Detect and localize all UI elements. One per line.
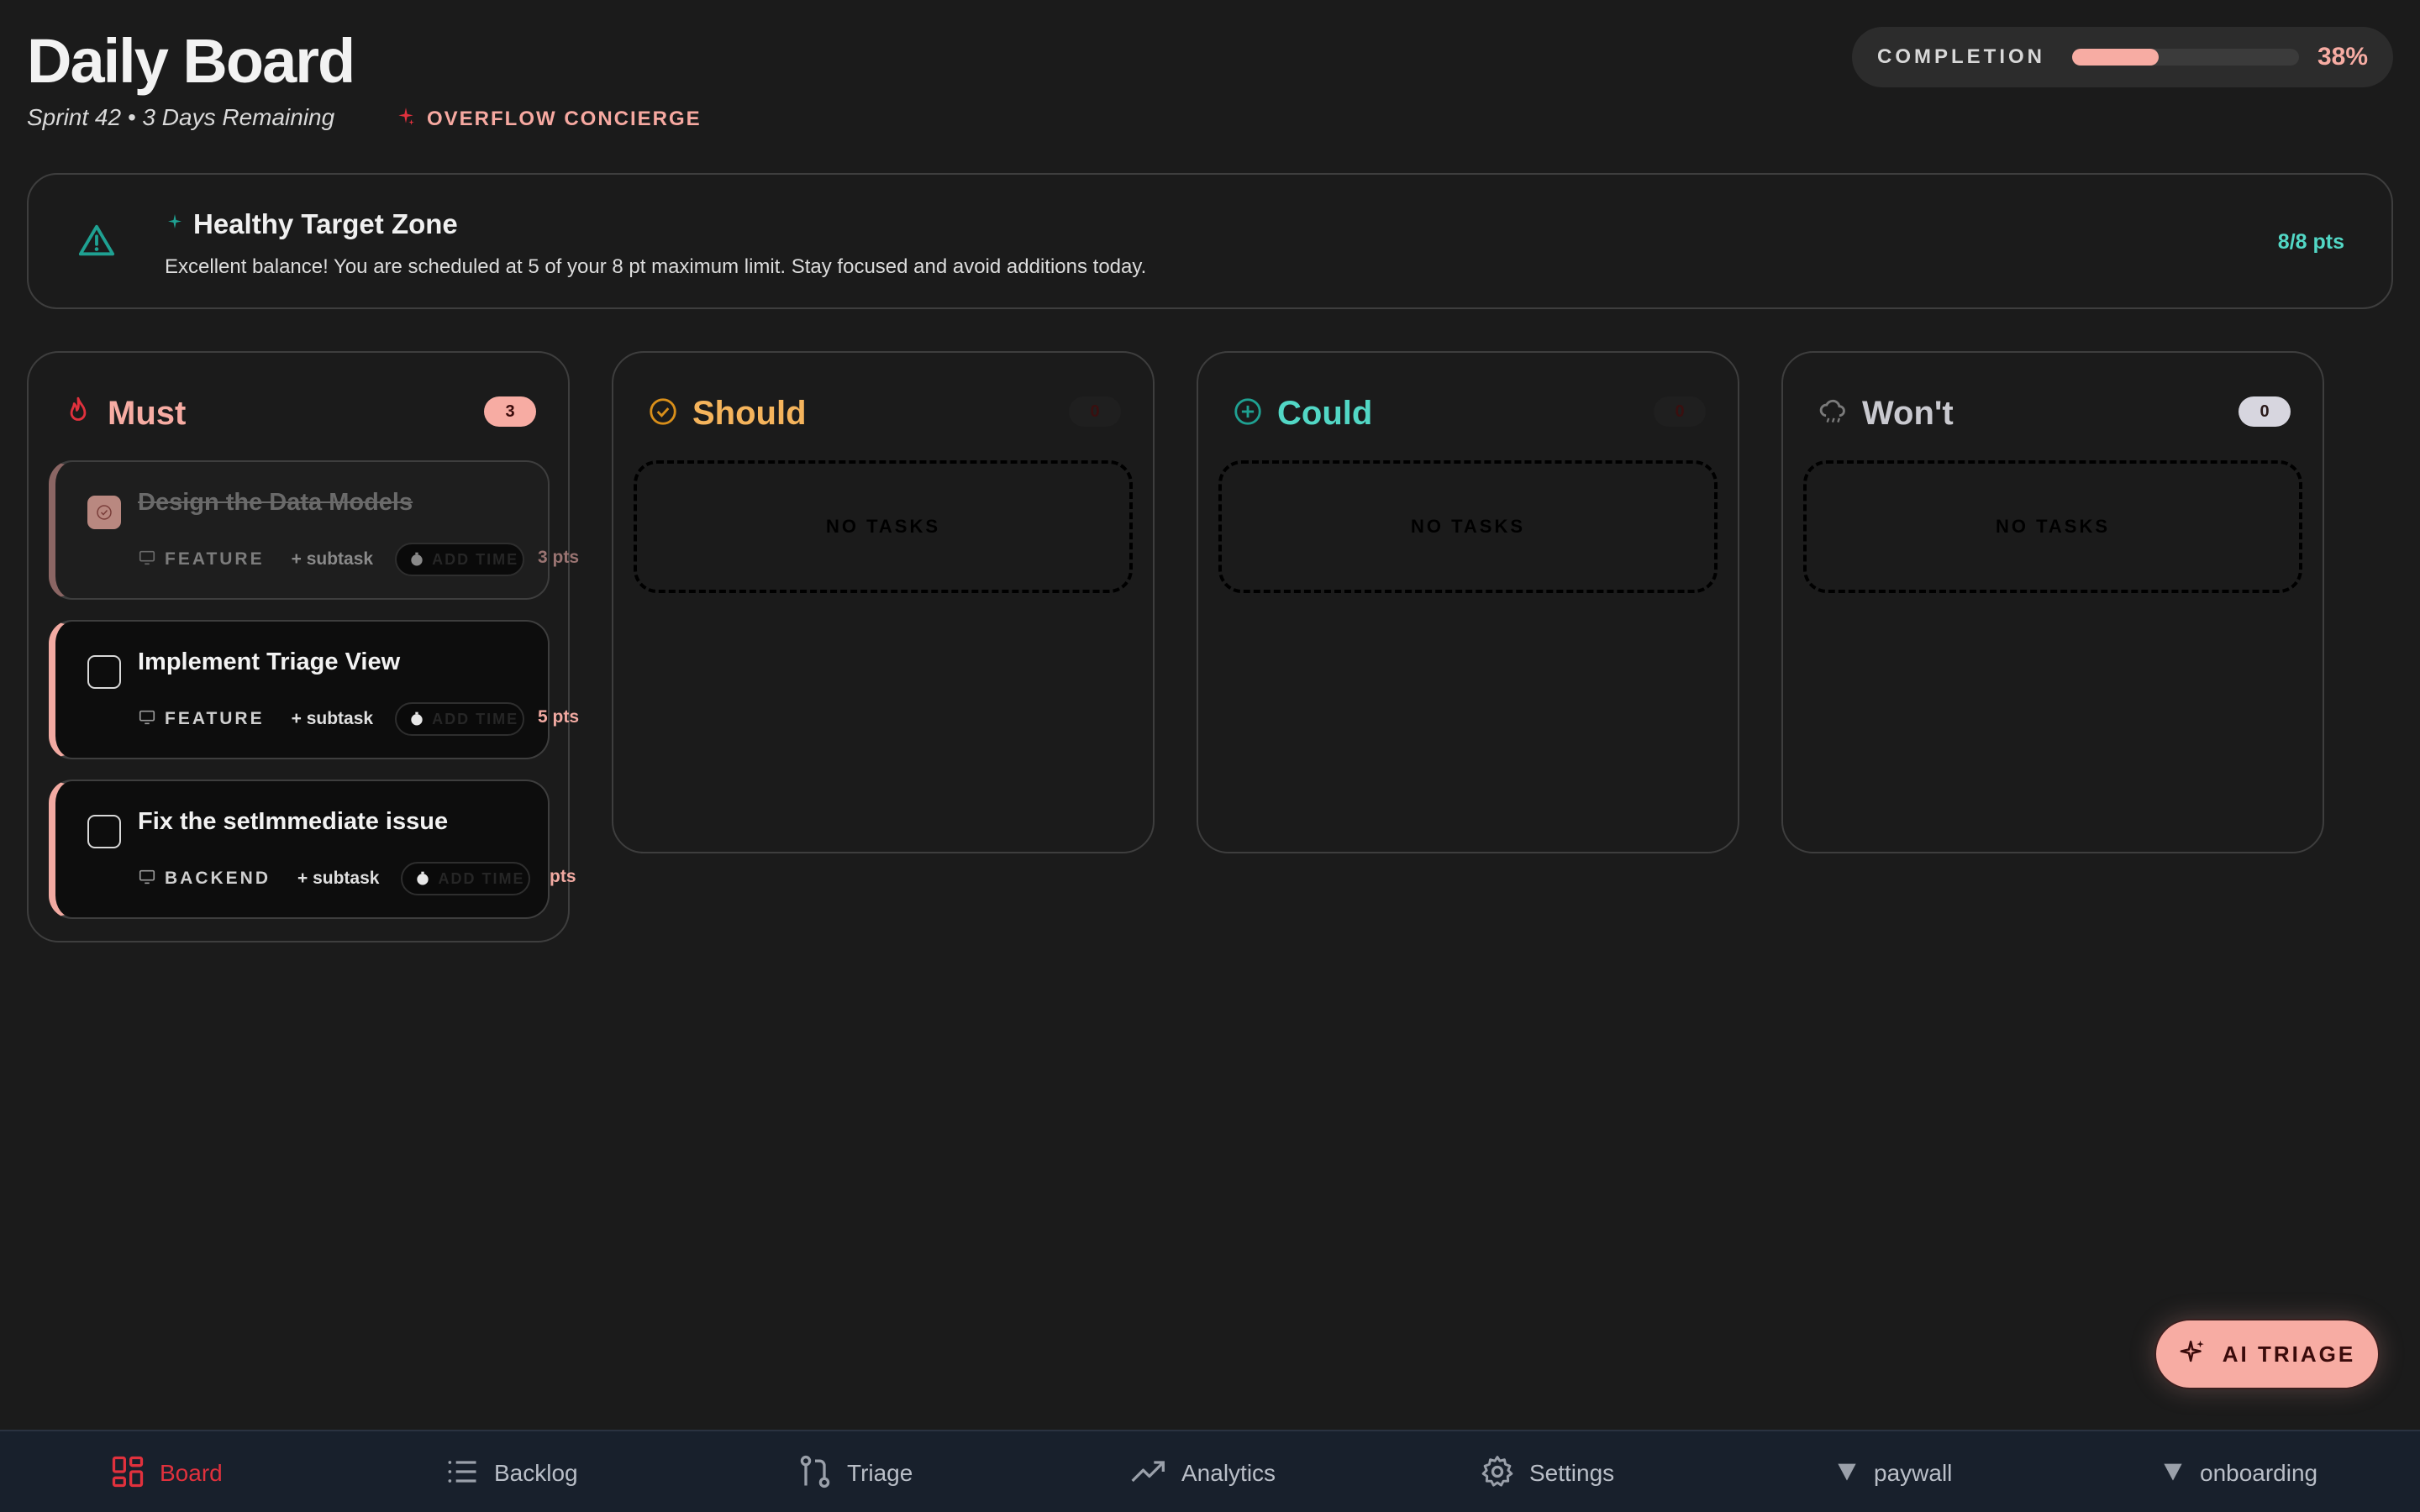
bottom-nav: Board Backlog Triage Analytics Settings … <box>0 1430 2420 1512</box>
add-time-button[interactable]: ADD TIME <box>395 702 525 736</box>
concierge-label: OVERFLOW CONCIERGE <box>427 107 702 130</box>
page-title: Daily Board <box>27 26 355 96</box>
flame-icon <box>62 396 94 432</box>
nav-label: Board <box>160 1460 223 1486</box>
git-branch-icon <box>797 1453 834 1494</box>
column-wont-title: Won't <box>1862 395 1954 432</box>
task-card[interactable]: Implement Triage View FEATURE + subtask … <box>49 620 579 759</box>
ai-triage-label: AI TRIAGE <box>2222 1341 2356 1367</box>
add-time-label: ADD TIME <box>438 869 525 887</box>
add-subtask-button[interactable]: + subtask <box>297 869 379 889</box>
column-should-title: Should <box>692 395 807 432</box>
task-meta: FEATURE + subtask ADD TIME <box>138 702 525 736</box>
stopwatch-icon <box>411 552 423 566</box>
target-zone-banner: Healthy Target Zone Excellent balance! Y… <box>27 173 2393 309</box>
task-checkbox[interactable] <box>87 655 121 689</box>
plus-circle-icon <box>1232 396 1264 432</box>
triangle-down-icon <box>1833 1458 1860 1489</box>
task-title: Design the Data Models <box>138 489 413 516</box>
column-could-header: Could <box>1232 395 1372 433</box>
warning-triangle-icon <box>77 222 116 265</box>
column-wont: Won't 0 NO TASKS <box>1781 351 2324 853</box>
column-must: Must 3 Design the Data Models FEATURE + … <box>27 351 579 942</box>
task-card[interactable]: Fix the setImmediate issue BACKEND + sub… <box>49 780 576 919</box>
nav-item-settings[interactable]: Settings <box>1479 1453 1614 1494</box>
task-title: Implement Triage View <box>138 648 401 675</box>
nav-label: paywall <box>1874 1460 1953 1486</box>
nav-label: Backlog <box>494 1460 578 1486</box>
sprint-subtitle: Sprint 42 • 3 Days Remaining <box>27 104 335 130</box>
nav-item-analytics[interactable]: Analytics <box>1128 1453 1276 1494</box>
task-meta: BACKEND + subtask ADD TIME <box>138 862 531 895</box>
zone-title-text: Healthy Target Zone <box>193 208 458 239</box>
column-must-title: Must <box>108 395 187 432</box>
column-could-count: 0 <box>1654 396 1706 427</box>
task-tag: BACKEND <box>165 869 271 888</box>
add-subtask-button[interactable]: + subtask <box>292 709 373 729</box>
completion-meter: COMPLETION 38% <box>1852 27 2393 87</box>
task-tag: FEATURE <box>165 709 265 728</box>
sparkle-icon <box>395 106 417 132</box>
empty-drop-zone[interactable]: NO TASKS <box>634 460 1133 593</box>
nav-label: Triage <box>847 1460 913 1486</box>
sparkle-icon <box>2179 1338 2207 1371</box>
check-circle-icon <box>647 396 679 432</box>
monitor-icon <box>138 708 156 731</box>
nav-label: onboarding <box>2200 1460 2318 1486</box>
nav-item-triage[interactable]: Triage <box>797 1453 913 1494</box>
task-checkbox[interactable] <box>87 496 121 529</box>
trend-icon <box>1128 1453 1168 1494</box>
column-should: Should 0 NO TASKS <box>612 351 1155 853</box>
nav-label: Analytics <box>1181 1460 1276 1486</box>
column-should-header: Should <box>647 395 807 433</box>
column-must-header: Must <box>62 395 186 433</box>
nav-item-paywall[interactable]: paywall <box>1833 1453 1952 1494</box>
task-points: pts <box>550 867 576 886</box>
monitor-icon <box>138 549 156 571</box>
add-time-button[interactable]: ADD TIME <box>395 543 525 576</box>
task-meta: FEATURE + subtask ADD TIME <box>138 543 525 576</box>
overflow-concierge-button[interactable]: OVERFLOW CONCIERGE <box>395 106 702 132</box>
nav-label: Settings <box>1529 1460 1615 1486</box>
column-wont-header: Won't <box>1817 395 1954 433</box>
column-could-title: Could <box>1277 395 1373 432</box>
monitor-icon <box>138 868 156 890</box>
completion-progress-bar <box>2072 49 2299 66</box>
task-title: Fix the setImmediate issue <box>138 808 449 835</box>
zone-description: Excellent balance! You are scheduled at … <box>165 255 1147 278</box>
sparkle-icon <box>165 213 185 237</box>
zone-points: 8/8 pts <box>2277 230 2344 254</box>
gear-icon <box>1479 1453 1516 1494</box>
zone-title: Healthy Target Zone <box>165 208 458 240</box>
completion-progress-fill <box>2072 49 2159 66</box>
add-time-button[interactable]: ADD TIME <box>401 862 531 895</box>
task-points: 3 pts <box>538 548 580 567</box>
nav-item-board[interactable]: Board <box>109 1453 223 1494</box>
cloud-rain-icon <box>1817 396 1849 432</box>
column-wont-count: 0 <box>2238 396 2291 427</box>
empty-drop-zone[interactable]: NO TASKS <box>1803 460 2302 593</box>
completion-label: COMPLETION <box>1877 45 2045 68</box>
task-checkbox[interactable] <box>87 815 121 848</box>
list-icon <box>444 1453 481 1494</box>
check-circle-icon <box>97 505 112 520</box>
empty-drop-zone[interactable]: NO TASKS <box>1218 460 1718 593</box>
add-subtask-button[interactable]: + subtask <box>292 549 373 570</box>
triangle-down-icon <box>2160 1458 2186 1489</box>
completion-percent: 38% <box>2317 43 2368 71</box>
column-should-count: 0 <box>1069 396 1121 427</box>
column-must-count: 3 <box>484 396 536 427</box>
column-could: Could 0 NO TASKS <box>1197 351 1739 853</box>
task-points: 5 pts <box>538 707 580 727</box>
grid-icon <box>109 1453 146 1494</box>
task-card[interactable]: Design the Data Models FEATURE + subtask… <box>49 460 579 600</box>
add-time-label: ADD TIME <box>432 550 519 568</box>
task-tag: FEATURE <box>165 549 265 569</box>
nav-item-onboarding[interactable]: onboarding <box>2160 1453 2317 1494</box>
ai-triage-button[interactable]: AI TRIAGE <box>2154 1319 2380 1389</box>
stopwatch-icon <box>417 871 429 885</box>
nav-item-backlog[interactable]: Backlog <box>444 1453 578 1494</box>
stopwatch-icon <box>411 711 423 726</box>
add-time-label: ADD TIME <box>432 710 519 727</box>
